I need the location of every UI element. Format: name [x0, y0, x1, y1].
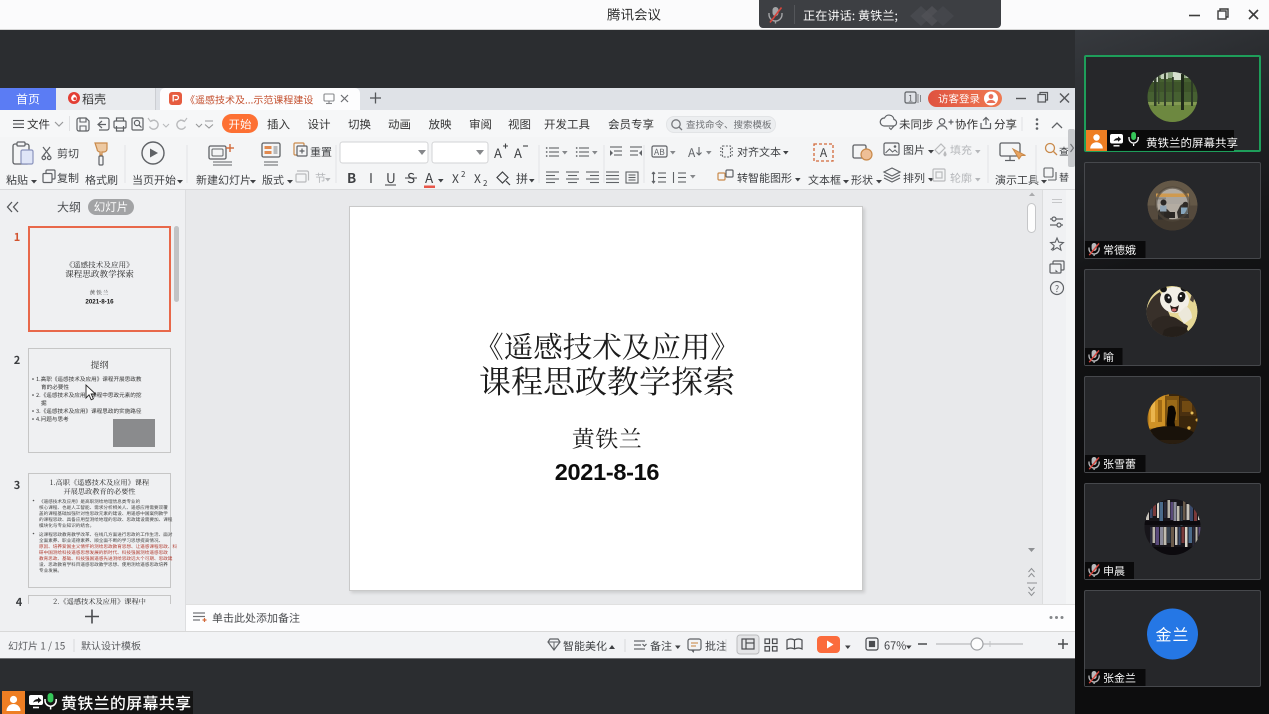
svg-text:2021-8-16: 2021-8-16 [85, 299, 114, 306]
svg-text:2021-8-16: 2021-8-16 [555, 459, 660, 485]
